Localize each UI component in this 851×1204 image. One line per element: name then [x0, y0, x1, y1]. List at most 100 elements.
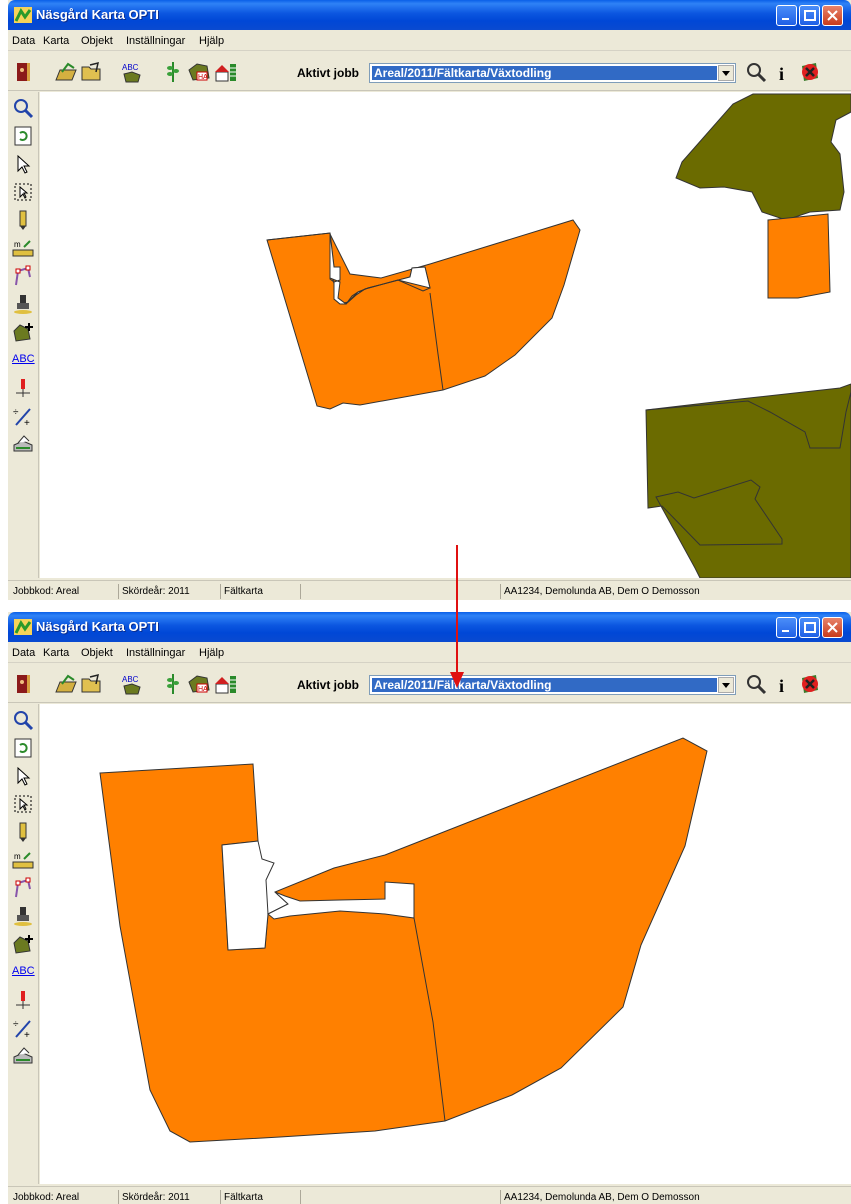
close-red-icon[interactable]: [798, 672, 822, 696]
pointer-icon[interactable]: [12, 153, 34, 175]
add-field-icon[interactable]: [12, 321, 34, 343]
add-field-icon[interactable]: [12, 933, 34, 955]
measure-icon[interactable]: m: [12, 849, 34, 871]
select-icon[interactable]: [12, 793, 34, 815]
status-bar: Jobbkod: Areal Skördeår: 2011 Fältkarta …: [8, 580, 851, 600]
map-canvas[interactable]: [40, 92, 851, 578]
open-map-icon[interactable]: [54, 672, 78, 696]
print-icon[interactable]: [12, 1045, 34, 1067]
status-skordear: Skördeår: 2011: [118, 584, 190, 599]
refresh-icon[interactable]: [12, 737, 34, 759]
left-toolbar: m ABC ÷ +: [8, 704, 39, 1184]
crop-icon[interactable]: [161, 60, 185, 84]
field-olive-top[interactable]: [675, 93, 851, 221]
marker-icon[interactable]: [12, 377, 34, 399]
house-icon[interactable]: [214, 60, 238, 84]
status-bar: Jobbkod: Areal Skördeår: 2011 Fältkarta …: [8, 1186, 851, 1204]
menu-objekt[interactable]: Objekt: [81, 647, 113, 659]
search-icon[interactable]: [744, 60, 768, 84]
area-ha-icon[interactable]: HA: [187, 672, 211, 696]
select-icon[interactable]: [12, 181, 34, 203]
measure-icon[interactable]: m: [12, 237, 34, 259]
field-orange[interactable]: [266, 219, 581, 410]
field-orange-top-right[interactable]: [767, 213, 831, 299]
chevron-down-icon[interactable]: [718, 677, 734, 693]
area-ha-icon[interactable]: HA: [187, 60, 211, 84]
chevron-down-icon[interactable]: [718, 65, 734, 81]
job-value: Areal/2011/Fältkarta/Växtodling: [372, 66, 717, 80]
svg-text:m: m: [14, 240, 21, 249]
menu-hjalp[interactable]: Hjälp: [199, 35, 224, 47]
pencil-icon[interactable]: [12, 821, 34, 843]
maximize-button[interactable]: [799, 5, 820, 26]
left-toolbar: m ABC ÷ +: [8, 92, 39, 578]
node-edit-icon[interactable]: [12, 877, 34, 899]
abc-label-icon[interactable]: ABC: [120, 60, 144, 84]
job-value: Areal/2011/Fältkarta/Växtodling: [372, 678, 717, 692]
app-window-before: Näsgård Karta OPTI Data Karta Objekt Ins…: [8, 0, 851, 600]
job-select[interactable]: Areal/2011/Fältkarta/Växtodling: [369, 63, 736, 83]
split-icon[interactable]: ÷ +: [12, 1017, 34, 1039]
status-karta: Fältkarta: [220, 584, 263, 599]
menu-bar: Data Karta Objekt Inställningar Hjälp: [8, 31, 851, 51]
marker-icon[interactable]: [12, 989, 34, 1011]
toolbar: ABC HA Aktivt jobb Areal/2011/Fältkarta/…: [8, 665, 851, 703]
status-skordear: Skördeår: 2011: [118, 1190, 190, 1204]
svg-text:i: i: [779, 676, 784, 696]
title-bar[interactable]: Näsgård Karta OPTI: [8, 0, 851, 30]
svg-text:m: m: [14, 852, 21, 861]
svg-text:+: +: [24, 418, 30, 427]
close-red-icon[interactable]: [798, 60, 822, 84]
map-canvas[interactable]: [40, 704, 851, 1184]
zoom-icon[interactable]: [12, 97, 34, 119]
exit-icon[interactable]: [13, 60, 37, 84]
field-olive-bottom[interactable]: [645, 383, 851, 578]
job-select[interactable]: Areal/2011/Fältkarta/Växtodling: [369, 675, 736, 695]
close-button[interactable]: [822, 617, 843, 638]
menu-installningar[interactable]: Inställningar: [126, 647, 185, 659]
window-title: Näsgård Karta OPTI: [36, 619, 159, 634]
menu-karta[interactable]: Karta: [43, 647, 69, 659]
status-empty: [300, 1190, 500, 1204]
split-icon[interactable]: ÷ +: [12, 405, 34, 427]
stamp-icon[interactable]: [12, 293, 34, 315]
menu-installningar[interactable]: Inställningar: [126, 35, 185, 47]
open-map-icon[interactable]: [54, 60, 78, 84]
field-orange-zoomed[interactable]: [99, 737, 708, 1143]
title-bar[interactable]: Näsgård Karta OPTI: [8, 612, 851, 642]
house-icon[interactable]: [214, 672, 238, 696]
exit-icon[interactable]: [13, 672, 37, 696]
abc-text-icon[interactable]: ABC: [12, 349, 35, 371]
open-folder-icon[interactable]: [80, 672, 104, 696]
menu-hjalp[interactable]: Hjälp: [199, 647, 224, 659]
app-window-after: Näsgård Karta OPTI Data Karta Objekt Ins…: [8, 612, 851, 1204]
stamp-icon[interactable]: [12, 905, 34, 927]
minimize-button[interactable]: [776, 617, 797, 638]
open-folder-icon[interactable]: [80, 60, 104, 84]
menu-karta[interactable]: Karta: [43, 35, 69, 47]
info-icon[interactable]: i: [771, 60, 795, 84]
minimize-button[interactable]: [776, 5, 797, 26]
close-button[interactable]: [822, 5, 843, 26]
maximize-button[interactable]: [799, 617, 820, 638]
svg-text:ABC: ABC: [122, 63, 139, 72]
abc-text-icon[interactable]: ABC: [12, 961, 35, 983]
refresh-icon[interactable]: [12, 125, 34, 147]
annotation-arrow-line: [456, 545, 458, 675]
crop-icon[interactable]: [161, 672, 185, 696]
search-icon[interactable]: [744, 672, 768, 696]
print-icon[interactable]: [12, 433, 34, 455]
pencil-icon[interactable]: [12, 209, 34, 231]
menu-objekt[interactable]: Objekt: [81, 35, 113, 47]
status-jobbkod: Jobbkod: Areal: [13, 586, 80, 597]
pointer-icon[interactable]: [12, 765, 34, 787]
info-icon[interactable]: i: [771, 672, 795, 696]
status-jobbkod: Jobbkod: Areal: [13, 1192, 80, 1203]
svg-text:HA: HA: [198, 686, 208, 693]
menu-data[interactable]: Data: [12, 647, 35, 659]
svg-text:÷: ÷: [13, 407, 19, 418]
zoom-icon[interactable]: [12, 709, 34, 731]
menu-data[interactable]: Data: [12, 35, 35, 47]
abc-label-icon[interactable]: ABC: [120, 672, 144, 696]
node-edit-icon[interactable]: [12, 265, 34, 287]
